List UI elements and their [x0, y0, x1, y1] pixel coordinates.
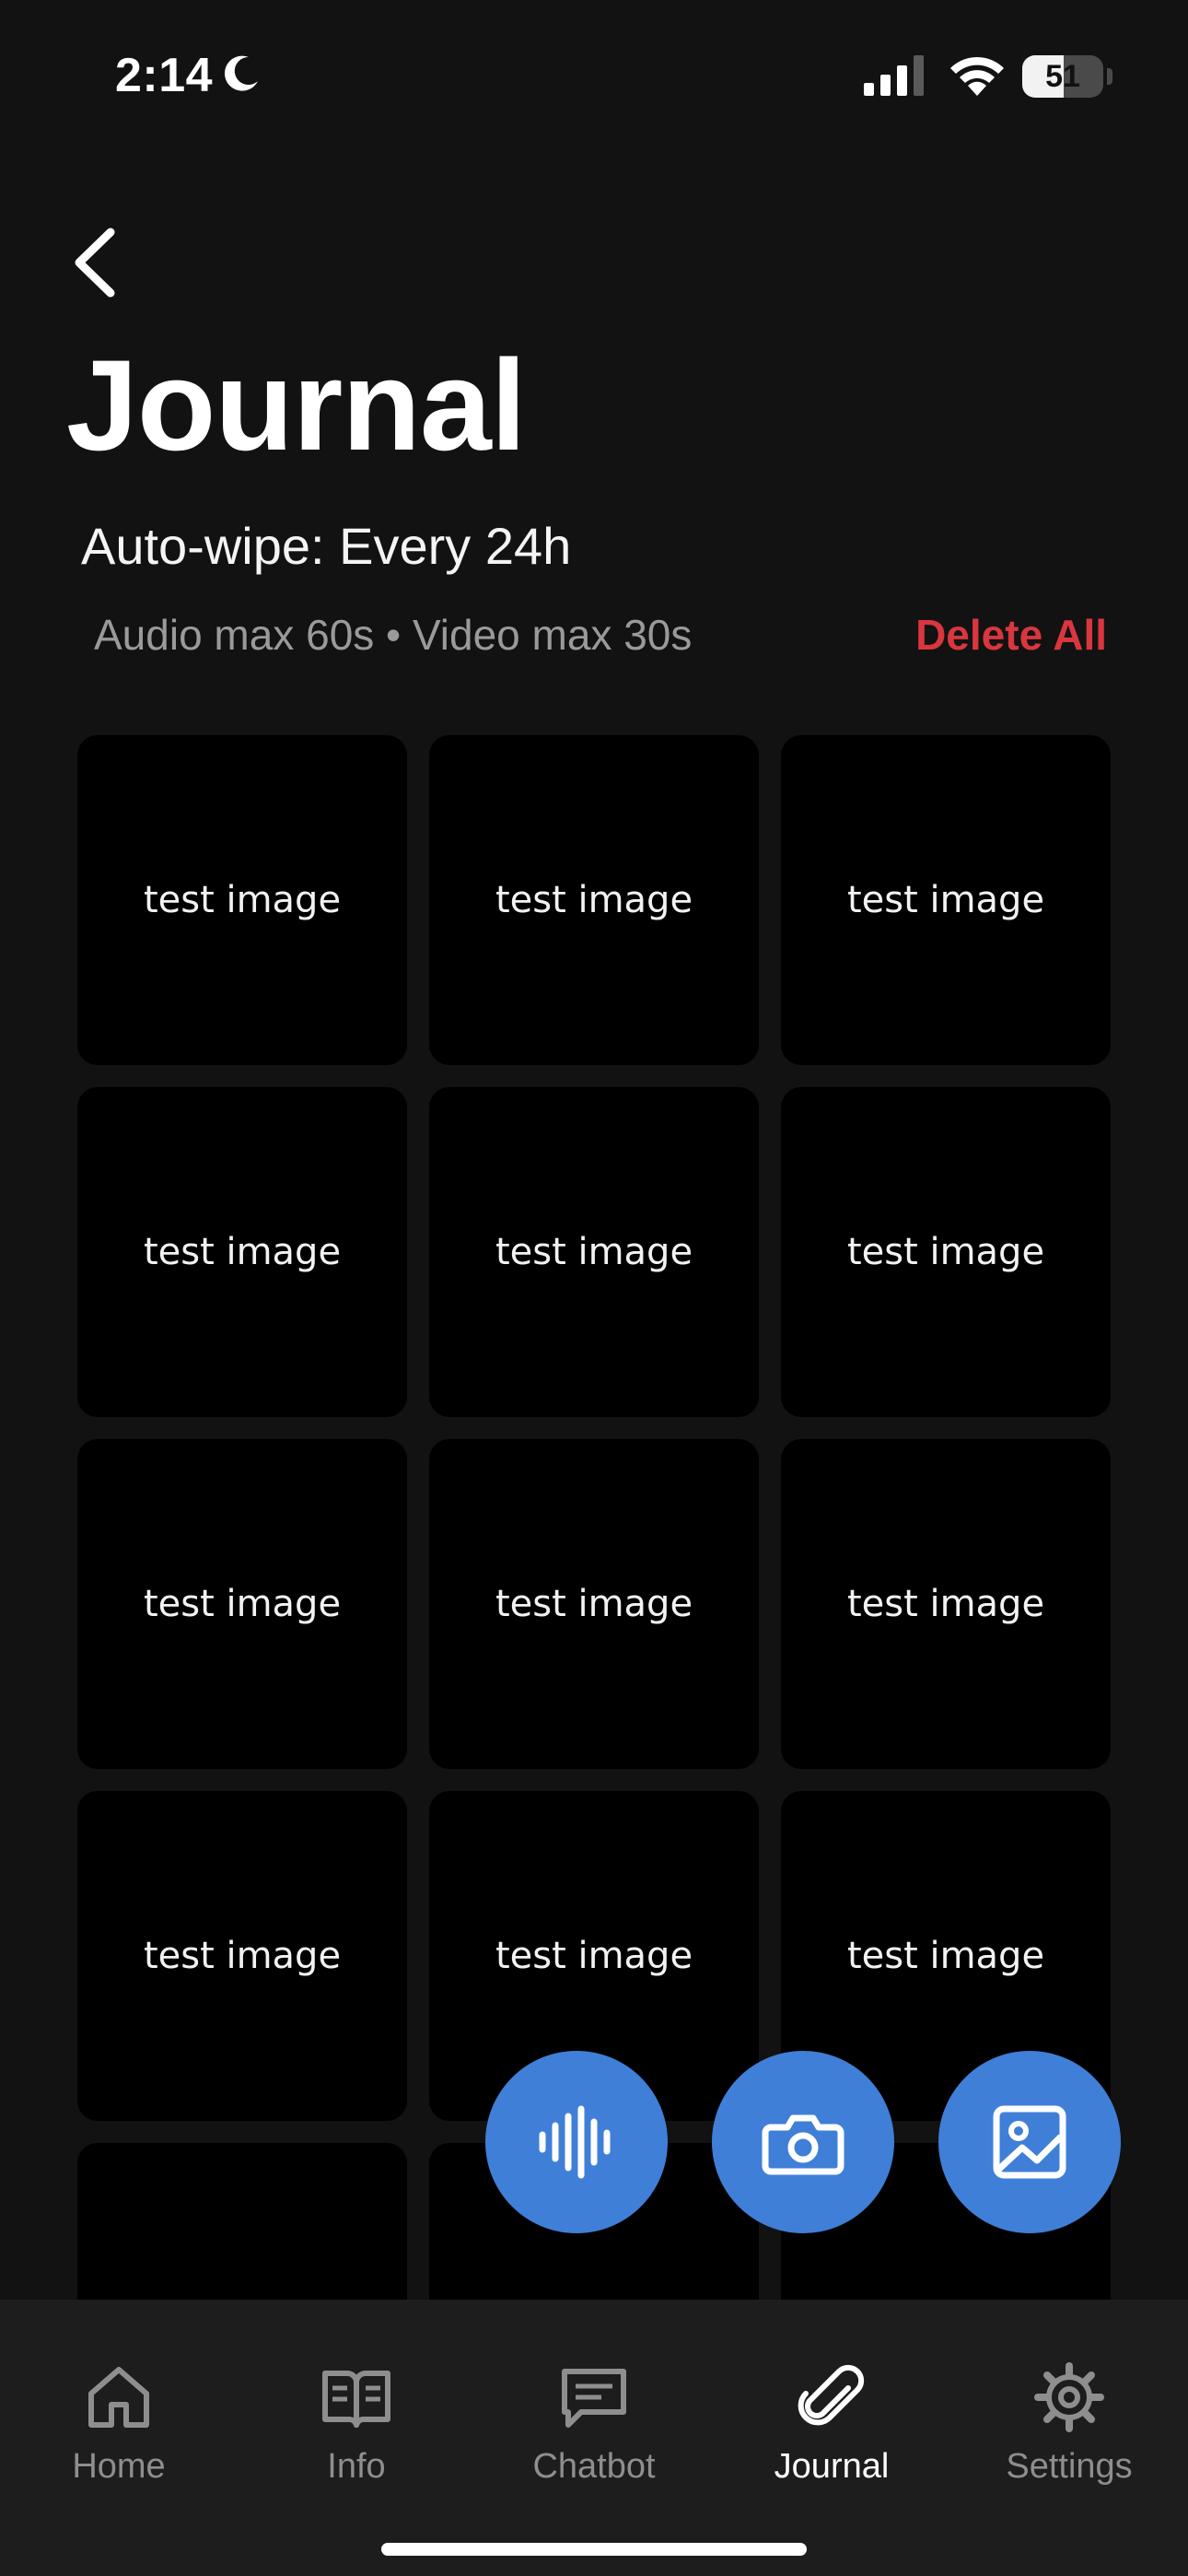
- journal-item[interactable]: test image: [77, 1439, 407, 1769]
- delete-all-button[interactable]: Delete All: [915, 610, 1107, 660]
- tab-bar: Home Info Chatbot Journal Settings: [0, 2300, 1188, 2576]
- chevron-left-icon: [75, 228, 115, 298]
- battery-level: 51: [1045, 59, 1080, 94]
- home-indicator: [381, 2543, 807, 2556]
- tab-home[interactable]: Home: [0, 2300, 238, 2512]
- journal-item-label: test image: [143, 1583, 342, 1625]
- tab-label: Settings: [1006, 2447, 1133, 2486]
- camera-icon: [762, 2114, 844, 2175]
- tab-settings[interactable]: Settings: [950, 2300, 1188, 2512]
- tab-label: Info: [327, 2447, 386, 2486]
- cellular-signal-icon: [864, 55, 924, 96]
- tab-journal[interactable]: Journal: [713, 2300, 950, 2512]
- journal-item-label: test image: [143, 1231, 342, 1273]
- back-button[interactable]: [64, 221, 129, 304]
- paperclip-icon: [798, 2364, 865, 2426]
- journal-item[interactable]: test image: [429, 1439, 759, 1769]
- status-bar: 2:14 51: [0, 0, 1188, 138]
- record-audio-button[interactable]: [485, 2051, 668, 2233]
- journal-item[interactable]: [77, 2143, 407, 2300]
- take-photo-button[interactable]: [712, 2051, 894, 2233]
- wifi-icon: [950, 56, 1004, 96]
- tab-info[interactable]: Info: [238, 2300, 475, 2512]
- journal-item-label: test image: [846, 1935, 1045, 1977]
- tab-label: Chatbot: [532, 2447, 656, 2486]
- moon-icon: [224, 55, 258, 91]
- media-limits-text: Audio max 60s • Video max 30s: [94, 611, 693, 659]
- auto-wipe-setting: Auto-wipe: Every 24h: [81, 517, 572, 575]
- chat-icon: [562, 2369, 626, 2428]
- pick-image-button[interactable]: [938, 2051, 1121, 2233]
- journal-item-label: test image: [846, 1583, 1045, 1625]
- tab-label: Home: [72, 2447, 166, 2486]
- status-time: 2:14: [115, 49, 214, 102]
- tab-chatbot[interactable]: Chatbot: [475, 2300, 713, 2512]
- journal-item[interactable]: test image: [781, 735, 1111, 1065]
- journal-item[interactable]: test image: [77, 735, 407, 1065]
- journal-item[interactable]: test image: [429, 735, 759, 1065]
- battery-indicator: 51: [1022, 55, 1112, 100]
- journal-item[interactable]: test image: [77, 1791, 407, 2121]
- journal-item[interactable]: test image: [781, 1439, 1111, 1769]
- tab-label: Journal: [774, 2447, 890, 2486]
- journal-item-label: test image: [846, 1231, 1045, 1273]
- journal-item[interactable]: test image: [781, 1087, 1111, 1417]
- book-icon: [322, 2371, 390, 2428]
- page-title: Journal: [66, 333, 527, 477]
- journal-item[interactable]: test image: [429, 1087, 759, 1417]
- journal-item-label: test image: [495, 1583, 693, 1625]
- gear-icon: [1034, 2362, 1104, 2432]
- audio-waveform-icon: [539, 2105, 611, 2179]
- journal-item-label: test image: [143, 879, 342, 921]
- journal-item[interactable]: test image: [77, 1087, 407, 1417]
- image-icon: [993, 2105, 1066, 2179]
- journal-item-label: test image: [143, 1935, 342, 1977]
- journal-item-label: test image: [846, 879, 1045, 921]
- home-icon: [88, 2367, 149, 2428]
- journal-item-label: test image: [495, 1231, 693, 1273]
- journal-item-label: test image: [495, 1935, 693, 1977]
- journal-item-label: test image: [495, 879, 693, 921]
